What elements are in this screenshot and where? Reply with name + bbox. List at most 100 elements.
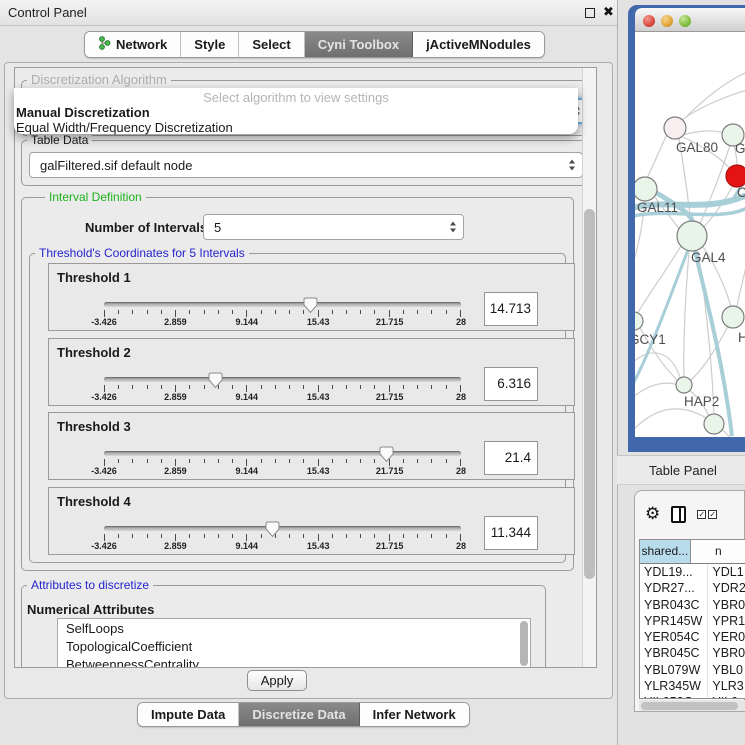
bottom-tabstrip: Impute Data Discretize Data Infer Networ… xyxy=(137,702,470,727)
slider-tick-labels: -3.4262.8599.14415.4321.71528 xyxy=(104,317,461,328)
svg-text:C: C xyxy=(737,185,745,200)
table-header: shared... n xyxy=(640,540,745,564)
svg-text:GCY1: GCY1 xyxy=(635,332,666,347)
combo-arrows-icon xyxy=(450,222,456,233)
node-selected-red xyxy=(726,165,745,187)
svg-text:GAL4: GAL4 xyxy=(691,250,726,265)
svg-text:GAL11: GAL11 xyxy=(637,200,678,215)
float-window-icon[interactable] xyxy=(585,8,595,18)
table-data-label: Table Data xyxy=(27,133,92,147)
threshold-value-field[interactable]: 14.713 xyxy=(484,292,538,326)
svg-text:GAL80: GAL80 xyxy=(676,140,718,155)
threshold-panel-3: Threshold 3 -3.4262.8599.14415.4321.71528… xyxy=(48,412,575,480)
horizontal-scrollbar-track[interactable] xyxy=(639,700,745,711)
table-row[interactable]: YLR345WYLR3 xyxy=(640,678,745,694)
table-row[interactable]: YBL079WYBL0 xyxy=(640,662,745,678)
tab-cyni-toolbox[interactable]: Cyni Toolbox xyxy=(305,32,413,57)
svg-text:HAP2: HAP2 xyxy=(684,394,719,409)
number-of-intervals-label: Number of Intervals xyxy=(85,220,207,235)
algorithm-dropdown-popup: Select algorithm to view settings Manual… xyxy=(14,88,578,134)
table-data-combo-value: galFiltered.sif default node xyxy=(40,158,192,173)
tab-network-label: Network xyxy=(116,37,167,52)
interval-definition-label: Interval Definition xyxy=(45,190,146,204)
table-panel-titlebar: Table Panel xyxy=(617,455,745,485)
settings-scroll-viewport: Discretization Algorithm Table Data galF… xyxy=(14,67,597,668)
close-icon[interactable]: ✖ xyxy=(603,4,614,20)
column-header-shared-name[interactable]: shared... xyxy=(640,540,691,563)
list-scrollbar[interactable] xyxy=(520,621,528,666)
attribute-list-item[interactable]: TopologicalCoefficient xyxy=(58,637,530,655)
numerical-attributes-list[interactable]: SelfLoopsTopologicalCoefficientBetweenne… xyxy=(57,618,531,668)
network-tree-icon xyxy=(98,36,111,53)
node-hap2 xyxy=(676,377,692,393)
table-data-combo[interactable]: galFiltered.sif default node xyxy=(29,152,583,178)
horizontal-scrollbar-thumb[interactable] xyxy=(641,702,738,710)
threshold-value-field[interactable]: 6.316 xyxy=(484,367,538,401)
numerical-attributes-label: Numerical Attributes xyxy=(27,602,154,617)
discretization-algorithm-label: Discretization Algorithm xyxy=(27,72,171,87)
tab-discretize-data[interactable]: Discretize Data xyxy=(239,703,359,726)
control-panel-titlebar xyxy=(0,0,617,26)
columns-icon[interactable] xyxy=(671,506,686,523)
threshold-panel-2: Threshold 2-3.4262.8599.14415.4321.71528… xyxy=(48,338,575,406)
threshold-label: Threshold 4 xyxy=(57,494,131,509)
popup-item-manual-discretization[interactable]: Manual Discretization xyxy=(14,105,578,120)
attributes-group-label: Attributes to discretize xyxy=(27,578,153,592)
gear-icon[interactable]: ⚙ xyxy=(645,504,660,524)
threshold-slider[interactable] xyxy=(104,377,461,382)
checkbox-select-all-icon[interactable]: ✓ xyxy=(697,510,706,519)
threshold-slider[interactable] xyxy=(104,526,461,531)
node-gal11 xyxy=(635,177,657,201)
zoom-traffic-light-icon[interactable] xyxy=(679,15,691,27)
threshold-label: Threshold 3 xyxy=(57,419,131,434)
number-of-intervals-combo[interactable]: 5 xyxy=(203,214,464,240)
popup-placeholder: Select algorithm to view settings xyxy=(14,88,578,105)
slider-tick-labels: -3.4262.8599.14415.4321.71528 xyxy=(104,466,461,477)
tab-jactivemnodules[interactable]: jActiveMNodules xyxy=(413,32,544,57)
table-toolbar: ⚙ ✓ ✓ xyxy=(635,491,744,537)
control-panel-title: Control Panel xyxy=(8,5,87,20)
tab-network[interactable]: Network xyxy=(85,32,181,57)
checkbox-select-none-icon[interactable]: ✓ xyxy=(708,510,717,519)
attribute-list-item[interactable]: SelfLoops xyxy=(58,619,530,637)
apply-button[interactable]: Apply xyxy=(247,670,307,691)
column-header-name[interactable]: n xyxy=(691,540,745,563)
thresholds-group-label: Threshold's Coordinates for 5 Intervals xyxy=(35,246,249,260)
popup-item-equal-width[interactable]: Equal Width/Frequency Discretization xyxy=(14,120,578,135)
threshold-slider[interactable] xyxy=(104,451,461,456)
table-row[interactable]: YIL052CYIL0 xyxy=(640,694,745,699)
threshold-panel-1: Threshold 1 -3.4262.8599.14415.4321.71528… xyxy=(48,263,575,331)
network-window-titlebar[interactable] xyxy=(635,8,745,32)
slider-tick-labels: -3.4262.8599.14415.4321.71528 xyxy=(104,541,461,552)
tab-impute-data[interactable]: Impute Data xyxy=(138,703,239,726)
svg-text:G: G xyxy=(735,141,745,156)
table-row[interactable]: YDL19...YDL1 xyxy=(640,564,745,580)
threshold-value-field[interactable]: 21.4 xyxy=(484,441,538,475)
node-bottom-partial xyxy=(704,414,724,434)
table-row[interactable]: YBR045CYBR0 xyxy=(640,645,745,661)
table-panel-title: Table Panel xyxy=(649,463,717,478)
slider-tick-labels: -3.4262.8599.14415.4321.71528 xyxy=(104,392,461,403)
network-view-canvas[interactable]: GAL80 G GAL11 C GAL4 GCY1 H HAP2 xyxy=(635,32,745,437)
table-row[interactable]: YBR043CYBR0 xyxy=(640,597,745,613)
threshold-label: Threshold 1 xyxy=(57,270,131,285)
number-of-intervals-value: 5 xyxy=(214,220,221,235)
node-gal80 xyxy=(664,117,686,139)
tab-style[interactable]: Style xyxy=(181,32,239,57)
table-row[interactable]: YPR145WYPR1 xyxy=(640,613,745,629)
node-table[interactable]: shared... n YDL19...YDL1YDR27...YDR2YBR0… xyxy=(639,539,745,699)
tab-select[interactable]: Select xyxy=(239,32,304,57)
threshold-value-field[interactable]: 11.344 xyxy=(484,516,538,550)
node-gal4 xyxy=(677,221,707,251)
tab-infer-network[interactable]: Infer Network xyxy=(360,703,469,726)
node-gcy1 xyxy=(635,312,643,330)
minimize-traffic-light-icon[interactable] xyxy=(661,15,673,27)
svg-text:H: H xyxy=(738,330,745,345)
close-traffic-light-icon[interactable] xyxy=(643,15,655,27)
table-panel-card: ⚙ ✓ ✓ shared... n YDL19...YDL1YDR27...YD… xyxy=(634,490,745,712)
attribute-list-item[interactable]: BetweennessCentrality xyxy=(58,655,530,668)
vertical-scrollbar-thumb[interactable] xyxy=(584,209,595,579)
table-row[interactable]: YER054CYER0 xyxy=(640,629,745,645)
table-row[interactable]: YDR27...YDR2 xyxy=(640,580,745,596)
threshold-slider[interactable] xyxy=(104,302,461,307)
